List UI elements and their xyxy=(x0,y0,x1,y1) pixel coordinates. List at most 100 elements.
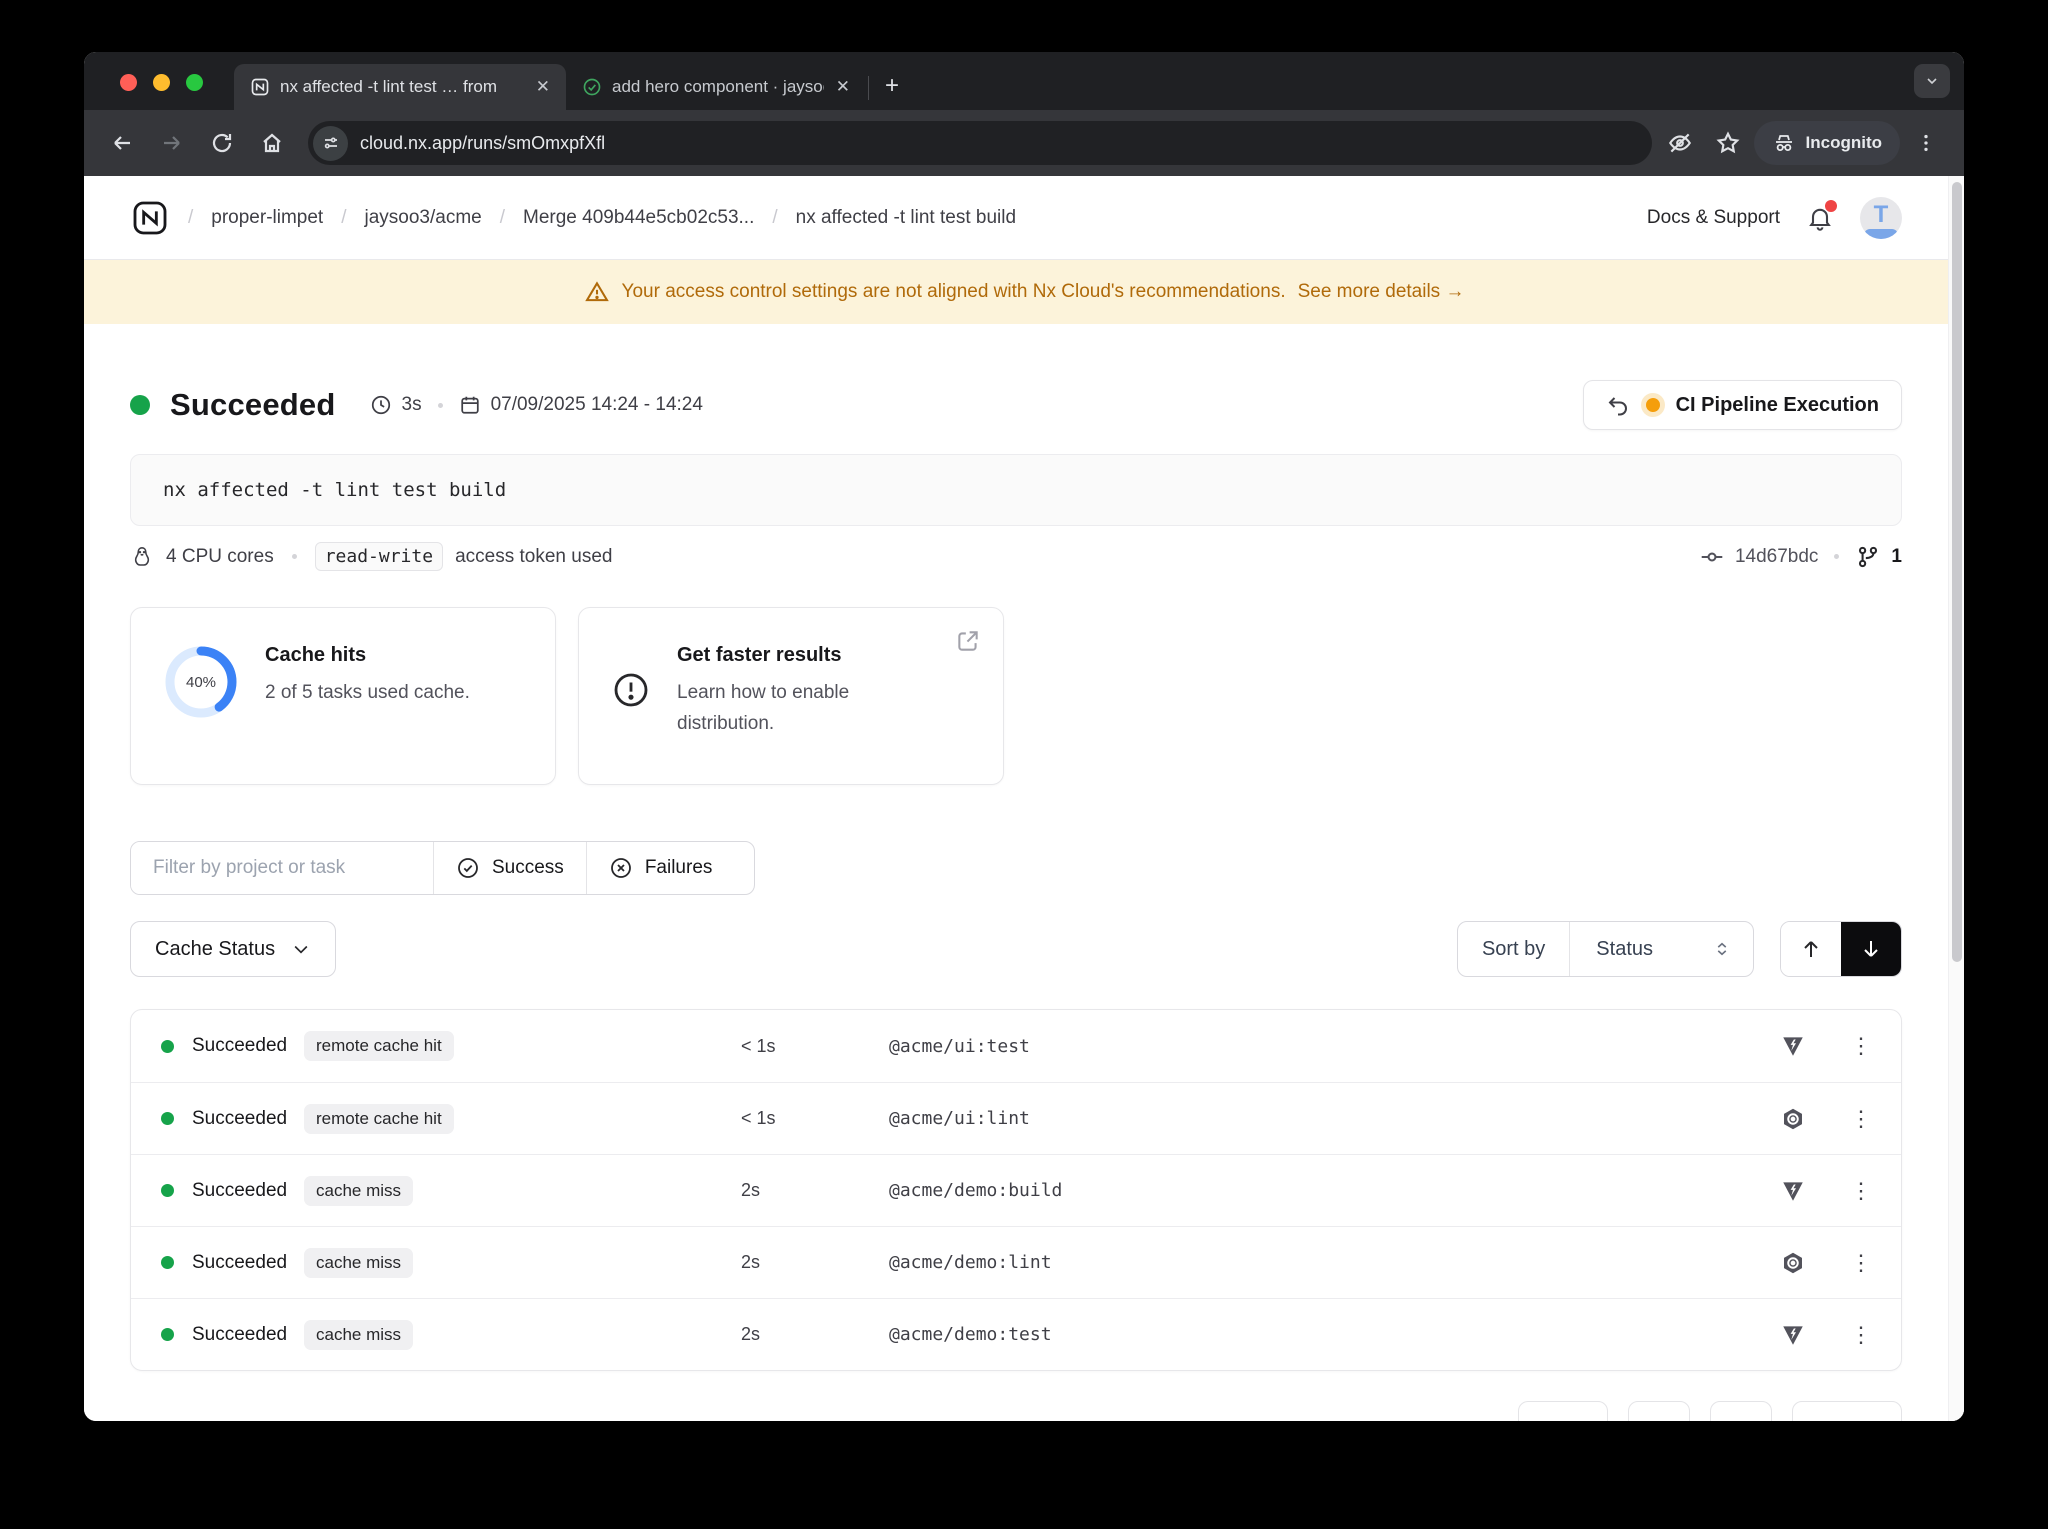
page-scrollbar[interactable] xyxy=(1948,176,1964,1421)
sort-field-value: Status xyxy=(1596,938,1653,961)
tab-nx-run[interactable]: nx affected -t lint test … from ✕ xyxy=(234,64,566,110)
tab-title: add hero component · jaysoo xyxy=(612,77,824,97)
avatar[interactable]: T xyxy=(1860,197,1902,239)
cache-status-badge: cache miss xyxy=(304,1176,413,1206)
vitest-icon xyxy=(1779,1322,1807,1348)
vitest-icon xyxy=(1779,1033,1807,1059)
cache-status-badge: cache miss xyxy=(304,1248,413,1278)
forward-icon[interactable] xyxy=(150,121,194,165)
external-link-icon[interactable] xyxy=(955,628,981,654)
incognito-icon xyxy=(1772,131,1796,155)
table-row[interactable]: Succeeded cache miss 2s @acme/demo:lint … xyxy=(131,1226,1901,1298)
bookmark-star-icon[interactable] xyxy=(1706,121,1750,165)
new-tab-button[interactable]: + xyxy=(875,66,909,106)
docs-support-link[interactable]: Docs & Support xyxy=(1647,207,1780,229)
table-row[interactable]: Succeeded remote cache hit < 1s @acme/ui… xyxy=(131,1082,1901,1154)
pagination-button[interactable] xyxy=(1518,1401,1608,1421)
distribution-title: Get faster results xyxy=(677,644,917,667)
row-menu-button[interactable]: ⋮ xyxy=(1847,1106,1875,1132)
row-duration: < 1s xyxy=(741,1036,776,1057)
row-status-label: Succeeded xyxy=(192,1108,304,1130)
breadcrumb-separator: / xyxy=(188,207,193,229)
back-icon[interactable] xyxy=(100,121,144,165)
status-dot xyxy=(161,1328,174,1341)
sort-descending-button[interactable] xyxy=(1841,922,1901,976)
avatar-letter: T xyxy=(1874,201,1889,229)
row-menu-button[interactable]: ⋮ xyxy=(1847,1250,1875,1276)
failures-filter-label: Failures xyxy=(645,857,713,879)
check-circle-icon xyxy=(456,856,480,880)
pipeline-button-label: CI Pipeline Execution xyxy=(1676,394,1879,417)
sort-field-select[interactable]: Status xyxy=(1569,922,1753,976)
nx-logo-icon[interactable] xyxy=(130,198,170,238)
table-row[interactable]: Succeeded cache miss 2s @acme/demo:build… xyxy=(131,1154,1901,1226)
scrollbar-thumb[interactable] xyxy=(1952,182,1962,962)
distribution-body: Learn how to enable distribution. xyxy=(677,677,917,740)
row-status-label: Succeeded xyxy=(192,1035,304,1057)
browser-menu-icon[interactable] xyxy=(1904,121,1948,165)
failures-filter-button[interactable]: Failures xyxy=(586,842,735,894)
banner-see-more-link[interactable]: See more details → xyxy=(1298,281,1465,303)
tab-hero-component[interactable]: add hero component · jaysoo ✕ xyxy=(566,64,866,110)
nx-cloud-page: / proper-limpet / jaysoo3/acme / Merge 4… xyxy=(84,176,1964,1421)
cache-hit-donut-chart: 40% xyxy=(163,644,239,720)
url-text[interactable]: cloud.nx.app/runs/smOmxpfXfl xyxy=(360,133,605,154)
commit-sha[interactable]: 14d67bdc xyxy=(1735,546,1818,568)
undo-arrow-icon xyxy=(1606,393,1630,417)
tab-close-icon[interactable]: ✕ xyxy=(534,77,552,97)
eye-off-icon[interactable] xyxy=(1658,121,1702,165)
minimize-window-button[interactable] xyxy=(153,74,170,91)
row-menu-button[interactable]: ⋮ xyxy=(1847,1178,1875,1204)
zoom-window-button[interactable] xyxy=(186,74,203,91)
sort-controls: Cache Status Sort by Status xyxy=(130,921,1902,977)
breadcrumb-repo[interactable]: jaysoo3/acme xyxy=(365,207,482,229)
pagination-button[interactable] xyxy=(1710,1401,1772,1421)
close-window-button[interactable] xyxy=(120,74,137,91)
ci-pipeline-execution-button[interactable]: CI Pipeline Execution xyxy=(1583,380,1902,430)
row-menu-button[interactable]: ⋮ xyxy=(1847,1322,1875,1348)
reload-icon[interactable] xyxy=(200,121,244,165)
row-task-name: @acme/demo:lint xyxy=(889,1252,1052,1273)
row-menu-button[interactable]: ⋮ xyxy=(1847,1033,1875,1059)
status-dot xyxy=(161,1184,174,1197)
tab-search-chevron-button[interactable] xyxy=(1914,64,1950,98)
cache-hits-subtitle: 2 of 5 tasks used cache. xyxy=(265,677,470,708)
tab-strip: nx affected -t lint test … from ✕ add he… xyxy=(84,52,1964,110)
browser-toolbar: cloud.nx.app/runs/smOmxpfXfl xyxy=(84,110,1964,176)
pagination-button[interactable] xyxy=(1792,1401,1902,1421)
date-range-value: 07/09/2025 14:24 - 14:24 xyxy=(491,394,703,416)
breadcrumb-commit[interactable]: Merge 409b44e5cb02c53... xyxy=(523,207,754,229)
breadcrumb-separator: / xyxy=(500,207,505,229)
site-info-icon[interactable] xyxy=(313,126,348,161)
dot-separator xyxy=(1834,554,1839,559)
branch-icon xyxy=(1855,544,1881,570)
info-circle-icon xyxy=(611,670,651,710)
distribution-card[interactable]: Get faster results Learn how to enable d… xyxy=(578,607,1004,785)
run-command-box: nx affected -t lint test build xyxy=(130,454,1902,526)
cache-status-dropdown[interactable]: Cache Status xyxy=(130,921,336,977)
run-command-text: nx affected -t lint test build xyxy=(163,479,506,501)
sort-by-label: Sort by xyxy=(1458,922,1569,976)
breadcrumb-workspace[interactable]: proper-limpet xyxy=(211,207,323,229)
pagination-button[interactable] xyxy=(1628,1401,1690,1421)
success-filter-button[interactable]: Success xyxy=(433,842,586,894)
linux-penguin-icon xyxy=(130,545,154,569)
window-controls[interactable] xyxy=(120,74,203,91)
pipeline-status-dot xyxy=(1646,398,1660,412)
warning-triangle-icon xyxy=(584,279,610,305)
branch-count: 1 xyxy=(1891,546,1902,568)
notifications-bell-icon[interactable] xyxy=(1806,204,1834,232)
table-row[interactable]: Succeeded remote cache hit < 1s @acme/ui… xyxy=(131,1010,1901,1082)
home-icon[interactable] xyxy=(250,121,294,165)
dot-separator xyxy=(292,554,297,559)
filter-input[interactable] xyxy=(131,842,433,894)
url-bar[interactable]: cloud.nx.app/runs/smOmxpfXfl xyxy=(308,121,1652,165)
cache-hits-card[interactable]: 40% Cache hits 2 of 5 tasks used cache. xyxy=(130,607,556,785)
sort-ascending-button[interactable] xyxy=(1781,922,1841,976)
breadcrumb-run[interactable]: nx affected -t lint test build xyxy=(796,207,1016,229)
cache-hits-title: Cache hits xyxy=(265,644,470,667)
row-duration: < 1s xyxy=(741,1108,776,1129)
table-row[interactable]: Succeeded cache miss 2s @acme/demo:test … xyxy=(131,1298,1901,1370)
incognito-badge[interactable]: Incognito xyxy=(1754,121,1900,165)
tab-close-icon[interactable]: ✕ xyxy=(834,77,852,97)
